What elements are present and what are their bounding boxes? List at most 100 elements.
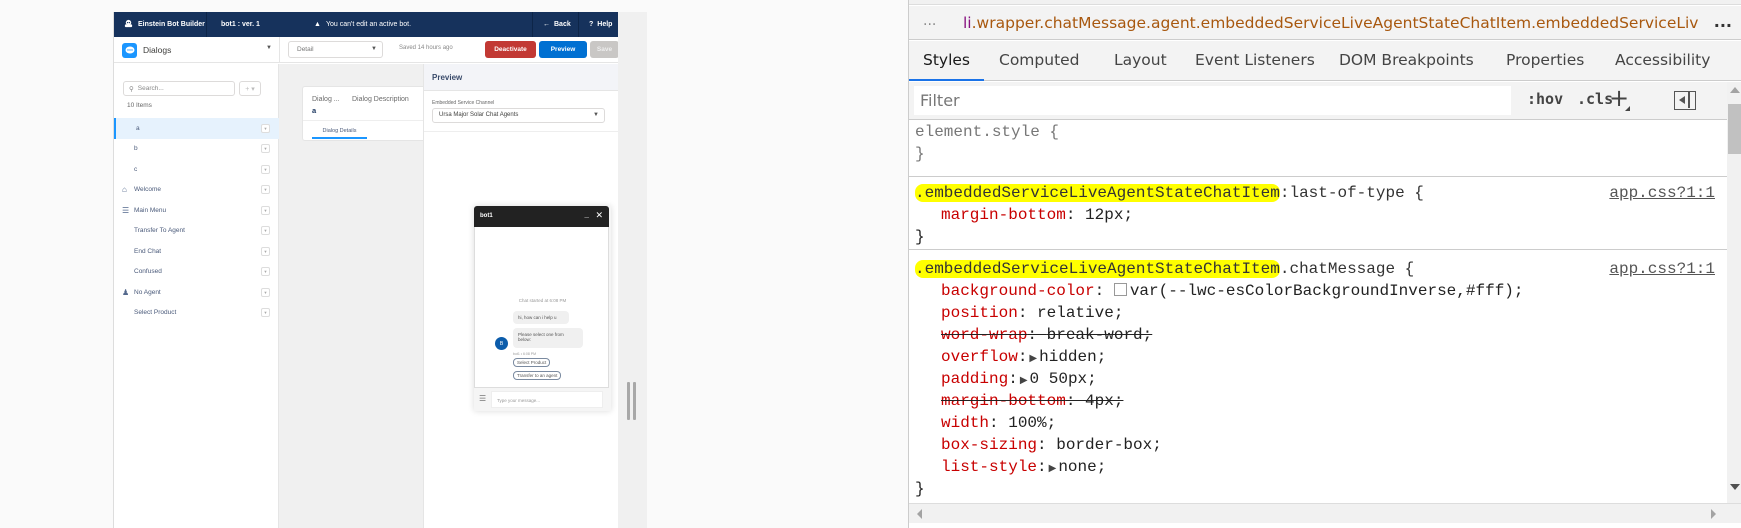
dialog-item[interactable]: a ▼ (114, 118, 279, 139)
chat-title: bot1 (480, 213, 493, 219)
tab-event-listeners[interactable]: Event Listeners (1195, 41, 1315, 81)
agent-icon: ♟ (122, 287, 130, 297)
bot-icon (124, 19, 133, 30)
dialog-item[interactable]: Confused ▼ (114, 262, 279, 283)
css-property[interactable]: padding: ▶ 0 50px; (941, 370, 1097, 388)
item-menu-button[interactable]: ▼ (261, 267, 270, 277)
item-menu-button[interactable]: ▼ (261, 308, 270, 318)
dialog-item[interactable]: ♟ No Agent ▼ (114, 282, 279, 303)
help-button[interactable]: ? Help (579, 12, 619, 37)
item-menu-button[interactable]: ▼ (261, 226, 270, 236)
scroll-thumb[interactable] (1728, 104, 1741, 154)
css-property[interactable]: background-color: var(--lwc-esColorBackg… (941, 282, 1524, 300)
rule-selector[interactable]: element.style { (915, 123, 1059, 141)
dialog-item[interactable]: End Chat ▼ (114, 241, 279, 262)
dialog-item[interactable]: Transfer To Agent ▼ (114, 221, 279, 242)
item-menu-button[interactable]: ▼ (261, 123, 270, 133)
devtools-top-border (909, 0, 1741, 5)
deactivate-button[interactable]: Deactivate (485, 41, 536, 58)
back-button[interactable]: ← Back (532, 12, 579, 37)
chat-message-input[interactable]: Type your message... (491, 391, 603, 408)
channel-select[interactable]: Ursa Major Solar Chat Agents ▼ (432, 108, 605, 123)
item-menu-button[interactable]: ▼ (261, 287, 270, 297)
filter-input[interactable]: Filter (914, 86, 1511, 115)
minimize-icon[interactable]: _ (585, 210, 589, 219)
bot-version: bot1 : ver. 1 (221, 21, 260, 28)
preview-title: Preview (424, 64, 620, 91)
grip-line (627, 382, 630, 420)
css-property[interactable]: margin-bottom: 12px; (941, 206, 1133, 224)
item-menu-button[interactable]: ▼ (261, 144, 270, 154)
tab-dom-breakpoints[interactable]: DOM Breakpoints (1339, 41, 1474, 81)
rule-last-of-type: .embeddedServiceLiveAgentStateChatItem:l… (909, 177, 1727, 250)
item-menu-button[interactable]: ▼ (261, 246, 270, 256)
chat-bubble-icon (122, 42, 137, 58)
chat-started-time: Chat started at 6:08 PM (518, 298, 567, 303)
css-property[interactable]: box-sizing: border-box; (941, 436, 1162, 454)
scroll-up-icon[interactable] (1730, 87, 1740, 93)
arrow-left-icon: ← (543, 21, 550, 28)
highlighted-selector: .embeddedServiceLiveAgentStateChatItem (915, 184, 1280, 202)
dialog-item[interactable]: Select Product ▼ (114, 303, 279, 324)
css-property-overridden[interactable]: word-wrap: break-word; (941, 326, 1152, 344)
item-menu-button[interactable]: ▼ (261, 185, 270, 195)
scroll-right-icon[interactable] (1711, 509, 1716, 519)
horizontal-scrollbar[interactable] (909, 503, 1741, 523)
item-count: 10 Items (127, 102, 152, 109)
menu-icon[interactable]: ☰ (479, 394, 486, 403)
class-toggle[interactable]: .cls (1577, 90, 1613, 108)
app-name: Einstein Bot Builder (138, 21, 205, 28)
close-icon[interactable]: ✕ (595, 210, 603, 221)
css-property[interactable]: position: relative; (941, 304, 1123, 322)
hover-state-toggle[interactable]: :hov (1527, 90, 1563, 108)
chevron-down-icon: ▼ (593, 112, 599, 118)
toggle-sidebar-icon[interactable] (1674, 91, 1696, 110)
dialog-name-header: Dialog ... (312, 96, 340, 103)
dialog-item[interactable]: c ▼ (114, 159, 279, 180)
source-link[interactable]: app.css?1:1 (1609, 260, 1715, 278)
tab-layout[interactable]: Layout (1114, 41, 1167, 81)
tab-computed[interactable]: Computed (999, 41, 1080, 81)
expand-triangle-icon[interactable]: ▶ (1020, 376, 1028, 387)
css-property-overridden[interactable]: margin-bottom: 4px; (941, 392, 1123, 410)
add-dialog-button[interactable]: + ▾ (239, 81, 261, 96)
source-link[interactable]: app.css?1:1 (1609, 184, 1715, 202)
saved-status: Saved 14 hours ago (399, 45, 453, 51)
resize-handle[interactable] (627, 382, 637, 420)
dialog-item[interactable]: ☰ Main Menu ▼ (114, 200, 279, 221)
save-button[interactable]: Save (590, 41, 619, 58)
section-selector[interactable]: Dialogs ▼ (122, 41, 272, 59)
expand-triangle-icon[interactable]: ▶ (1049, 464, 1057, 475)
css-property[interactable]: overflow: ▶ hidden; (941, 348, 1106, 366)
element-breadcrumb: ... li.wrapper.chatMessage.agent.embedde… (909, 6, 1741, 40)
dialog-item[interactable]: b ▼ (114, 139, 279, 160)
vertical-scrollbar[interactable] (1727, 82, 1741, 508)
rule-selector[interactable]: .embeddedServiceLiveAgentStateChatItem:l… (915, 184, 1424, 202)
css-property[interactable]: list-style: ▶ none; (941, 458, 1106, 476)
dialog-list: a ▼ b ▼ c ▼ ⌂ Welcome ▼ ☰ Main Menu ▼ Tr… (114, 118, 279, 323)
tab-accessibility[interactable]: Accessibility (1615, 41, 1710, 81)
view-selector[interactable]: Detail ▼ (288, 41, 383, 58)
breadcrumb-overflow[interactable]: ... (923, 13, 936, 29)
dialog-item[interactable]: ⌂ Welcome ▼ (114, 180, 279, 201)
chat-body: Chat started at 6:08 PM hi, how can i he… (474, 227, 609, 388)
item-menu-button[interactable]: ▼ (261, 164, 270, 174)
rule-selector[interactable]: .embeddedServiceLiveAgentStateChatItem.c… (915, 260, 1414, 278)
tab-dialog-details[interactable]: Dialog Details (312, 123, 367, 139)
style-rules: element.style { } .embeddedServiceLiveAg… (909, 120, 1727, 508)
expand-triangle-icon[interactable]: ▶ (1029, 354, 1037, 365)
chat-option-button[interactable]: Select Product (513, 358, 551, 367)
rule-element-style: element.style { } (909, 120, 1727, 177)
css-property[interactable]: width: 100%; (941, 414, 1056, 432)
search-input[interactable]: ⚲ Search... (123, 81, 235, 96)
scroll-left-icon[interactable] (917, 509, 922, 519)
breadcrumb-selected-element[interactable]: li.wrapper.chatMessage.agent.embeddedSer… (963, 14, 1698, 32)
item-menu-button[interactable]: ▼ (261, 205, 270, 215)
more-options-icon[interactable]: ... (1714, 12, 1732, 31)
color-swatch[interactable] (1113, 283, 1127, 296)
tab-styles[interactable]: Styles (909, 41, 985, 81)
scroll-down-icon[interactable] (1730, 484, 1740, 490)
preview-button[interactable]: Preview (539, 41, 587, 58)
tab-properties[interactable]: Properties (1506, 41, 1584, 81)
chat-option-button[interactable]: Transfer to an agent (513, 371, 562, 380)
